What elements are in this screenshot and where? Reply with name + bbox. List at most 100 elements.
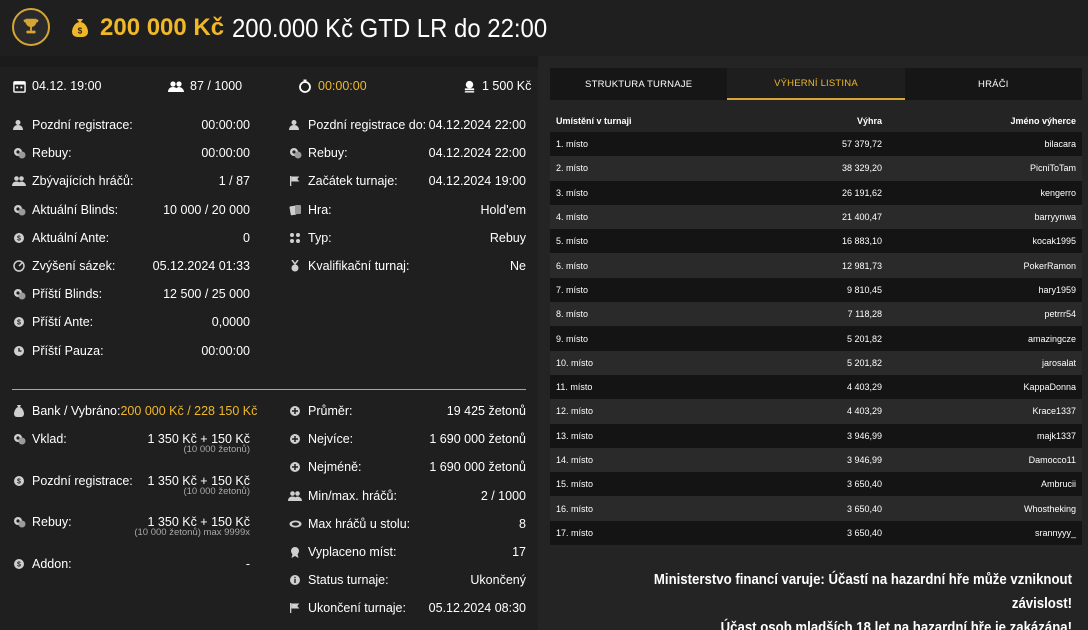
tab-structure[interactable]: STRUKTURA TURNAJE (550, 68, 728, 100)
winner-cell: bilacara (1044, 139, 1076, 150)
table-icon (288, 517, 302, 531)
place-cell: 11. místo (556, 382, 593, 393)
table-row: 11. místo 4 403,29 KappaDonna (550, 374, 1082, 400)
info-value: 2 / 1000 (480, 488, 526, 503)
winner-cell: Damocco11 (1028, 455, 1076, 465)
table-row: 10. místo 5 201,82 jarosalat (550, 350, 1082, 375)
tournament-name: 200.000 Kč GTD LR do 22:00 (232, 12, 548, 43)
info-row-kvalifikacni-turnaj: Kvalifikační turnaj: Ne (288, 255, 526, 277)
place-cell: 14. místo (556, 455, 594, 465)
info-label: Vyplaceno míst: (308, 545, 397, 559)
gauge-icon (12, 259, 26, 273)
info-row-status-turnaje: Status turnaje: Ukončený (288, 569, 526, 591)
chips-icon (12, 146, 26, 160)
prize-cell: 57 379,72 (841, 139, 882, 150)
info-row-addon: $ Addon: - (12, 553, 250, 575)
prize-table: Umístění v turnaji Výhra Jméno výherce 1… (550, 110, 1082, 546)
prize-cell: 5 201,82 (846, 333, 882, 344)
table-row: 8. místo 7 118,28 petrrr54 (550, 302, 1082, 327)
svg-text:$: $ (17, 562, 21, 569)
prize-table-header: Umístění v turnaji Výhra Jméno výherce (556, 116, 1076, 126)
table-row: 15. místo 3 650,40 Ambrucii (550, 472, 1082, 497)
info-row-nejvice: Nejvíce: 1 690 000 žetonů (288, 428, 526, 450)
info-row-zvyseni-sazek: Zvýšení sázek: 05.12.2024 01:33 (12, 255, 250, 277)
users-icon (12, 174, 26, 188)
page-header: $ 200 000 Kč 200.000 Kč GTD LR do 22:00 (0, 0, 1088, 56)
info-value: 04.12.2024 19:00 (428, 174, 526, 189)
tournament-tabs: STRUKTURA TURNAJE VÝHERNÍ LISTINA HRÁČI (550, 68, 1082, 100)
info-label: Nejvíce: (308, 432, 354, 447)
section-divider (12, 389, 526, 390)
stopwatch-icon (298, 79, 312, 93)
place-cell: 12. místo (556, 406, 594, 417)
info-value: 1 690 000 žetonů (429, 432, 526, 447)
chips-icon (288, 146, 302, 160)
place-cell: 16. místo (556, 503, 594, 514)
info-label: Začátek turnaje: (308, 174, 398, 189)
info-label: Nejméně: (308, 460, 362, 475)
table-row: 13. místo 3 946,99 majk1337 (550, 423, 1082, 448)
info-label: Příští Ante: (32, 315, 94, 330)
info-value: 05.12.2024 01:33 (152, 259, 250, 273)
info-label: Zbývajících hráčů: (32, 174, 134, 189)
info-icon (288, 573, 302, 587)
prize-cell: 21 400,47 (841, 212, 882, 223)
winner-cell: srannyyy_ (1034, 527, 1076, 538)
info-label: Rebuy: (32, 146, 72, 161)
trophy-logo-icon[interactable] (12, 8, 50, 46)
flag-icon (288, 174, 302, 188)
svg-text:$: $ (17, 235, 21, 242)
info-value: 12 500 / 25 000 (163, 287, 250, 302)
coin-icon: $ (12, 315, 26, 329)
place-cell: 17. místo (556, 527, 594, 538)
chip-count-note: (10 000 žetonů) max 9999x (134, 527, 250, 538)
table-row: 9. místo 5 201,82 amazingcze (550, 326, 1082, 351)
info-row-pozdni-registrace: Pozdní registrace: 00:00:00 (12, 114, 250, 136)
prize-cell: 12 981,73 (841, 260, 882, 271)
prize-cell: 9 810,45 (846, 284, 882, 295)
info-value: 04.12.2024 22:00 (428, 118, 526, 132)
plus-circle-icon (288, 460, 302, 474)
medal-icon (288, 259, 302, 273)
prize-cell: 4 403,29 (846, 382, 882, 393)
info-label: Rebuy: (308, 146, 348, 161)
info-row-vyplaceno-mist: Vyplaceno míst: 17 (288, 541, 526, 563)
prize-cell: 7 118,28 (847, 309, 882, 320)
registered-players: 87 / 1000 (168, 75, 258, 97)
prize-cell: 26 191,62 (841, 187, 882, 198)
info-label: Ukončení turnaje: (308, 601, 406, 616)
winner-cell: jarosalat (1041, 357, 1076, 368)
place-cell: 7. místo (556, 284, 589, 295)
chips-icon (12, 287, 26, 301)
prize-cell: 3 650,40 (846, 479, 882, 490)
winner-cell: Whostheking (1023, 503, 1076, 514)
table-row: 1. místo 57 379,72 bilacara (550, 132, 1082, 157)
suits-icon (288, 231, 302, 245)
info-label: Příští Blinds: (32, 287, 103, 302)
plus-circle-icon (288, 404, 302, 418)
info-row-aktualni-ante: $ Aktuální Ante: 0 (12, 227, 250, 249)
info-label: Průměr: (308, 404, 353, 418)
money-bag-icon: $ (68, 16, 92, 40)
winner-cell: PicniToTam (1029, 163, 1076, 174)
info-value: Rebuy (489, 230, 526, 245)
prize-cell: 3 650,40 (846, 527, 882, 538)
table-row: 14. místo 3 946,99 Damocco11 (550, 447, 1082, 473)
chip-count-note: (10 000 žetonů) (183, 486, 250, 497)
info-row-rebuy: Rebuy: 00:00:00 (12, 142, 250, 164)
place-cell: 1. místo (556, 139, 589, 150)
tab-prize-list[interactable]: VÝHERNÍ LISTINA (727, 68, 905, 100)
winner-cell: Ambrucii (1040, 479, 1076, 490)
info-value: 05.12.2024 08:30 (428, 601, 526, 616)
table-row: 2. místo 38 329,20 PicniToTam (550, 156, 1082, 181)
money-bag-icon (12, 404, 26, 418)
info-row-prumer: Průměr: 19 425 žetonů (288, 400, 526, 422)
info-label: Aktuální Ante: (32, 230, 110, 245)
info-row-nejmene: Nejméně: 1 690 000 žetonů (288, 456, 526, 478)
table-row: 5. místo 16 883,10 kocak1995 (550, 229, 1082, 254)
place-cell: 4. místo (556, 212, 589, 223)
info-label: Pozdní registrace do: (308, 118, 427, 132)
info-label: Max hráčů u stolu: (308, 516, 411, 531)
tab-players[interactable]: HRÁČI (904, 68, 1082, 100)
info-row-aktualni-blinds: Aktuální Blinds: 10 000 / 20 000 (12, 199, 250, 221)
